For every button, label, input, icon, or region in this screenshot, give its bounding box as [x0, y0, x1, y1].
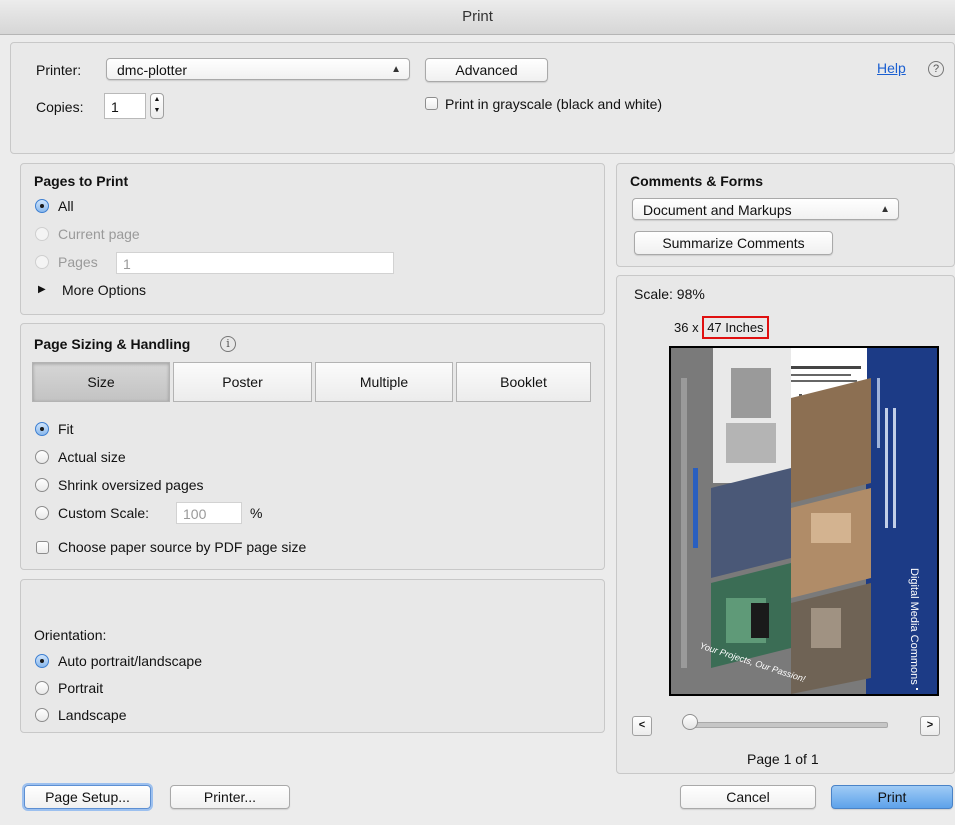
grayscale-label: Print in grayscale (black and white): [445, 96, 663, 112]
percent-sign: %: [250, 505, 263, 521]
window-title-bar: Print: [0, 0, 955, 35]
custom-scale-label: Custom Scale:: [58, 505, 150, 521]
custom-scale-radio[interactable]: [35, 506, 49, 520]
fit-label: Fit: [58, 421, 74, 437]
current-page-radio[interactable]: [35, 227, 49, 241]
orientation-title: Orientation:: [34, 627, 107, 643]
scale-text: Scale: 98%: [634, 286, 705, 302]
popup-arrows-icon: ▲︎: [391, 64, 401, 75]
comments-forms-select[interactable]: Document and Markups ▲︎: [632, 198, 899, 220]
auto-orientation-radio[interactable]: [35, 654, 49, 668]
fit-radio[interactable]: [35, 422, 49, 436]
paper-size-text: 36 x 47 Inches: [674, 316, 769, 339]
page-sizing-panel: [20, 323, 605, 570]
grayscale-checkbox[interactable]: [425, 97, 438, 110]
pages-to-print-title: Pages to Print: [34, 173, 129, 189]
copies-stepper[interactable]: ▲ ▼: [150, 93, 164, 119]
advanced-button[interactable]: Advanced: [425, 58, 548, 82]
printer-select-value: dmc-plotter: [117, 62, 188, 78]
tab-poster[interactable]: Poster: [173, 362, 312, 402]
paper-size-prefix: 36 x: [674, 320, 703, 335]
zoom-slider-thumb[interactable]: [682, 714, 698, 730]
all-pages-radio[interactable]: [35, 199, 49, 213]
pages-range-radio[interactable]: [35, 255, 49, 269]
shrink-oversized-label: Shrink oversized pages: [58, 477, 204, 493]
pages-range-label: Pages: [58, 254, 98, 270]
paper-source-checkbox[interactable]: [36, 541, 49, 554]
next-page-button[interactable]: >: [920, 716, 940, 736]
info-icon[interactable]: i: [220, 336, 236, 352]
help-link[interactable]: Help: [877, 59, 906, 77]
actual-size-label: Actual size: [58, 449, 126, 465]
landscape-label: Landscape: [58, 707, 127, 723]
tab-size[interactable]: Size: [32, 362, 170, 402]
page-preview: Digital Media Commons Your Projects, Our…: [669, 346, 939, 696]
current-page-label: Current page: [58, 226, 140, 242]
portrait-label: Portrait: [58, 680, 104, 696]
shrink-oversized-radio[interactable]: [35, 478, 49, 492]
page-setup-button[interactable]: Page Setup...: [24, 785, 151, 809]
disclosure-triangle-icon[interactable]: ▶: [38, 284, 46, 295]
all-pages-label: All: [58, 198, 74, 214]
comments-forms-title: Comments & Forms: [630, 173, 764, 189]
popup-arrows-icon: ▲︎: [880, 204, 890, 215]
pages-range-input[interactable]: 1: [116, 252, 394, 274]
help-icon[interactable]: ?: [928, 61, 944, 77]
zoom-slider-track[interactable]: [690, 722, 888, 728]
printer-button[interactable]: Printer...: [170, 785, 290, 809]
previous-page-button[interactable]: <: [632, 716, 652, 736]
auto-orientation-label: Auto portrait/landscape: [58, 653, 202, 669]
custom-scale-input[interactable]: 100: [176, 502, 242, 524]
copies-input[interactable]: 1: [104, 93, 146, 119]
tab-multiple[interactable]: Multiple: [315, 362, 453, 402]
landscape-radio[interactable]: [35, 708, 49, 722]
print-button[interactable]: Print: [831, 785, 953, 809]
poster-title: Digital Media Commons: [908, 568, 920, 685]
comments-forms-value: Document and Markups: [643, 202, 792, 218]
paper-source-label: Choose paper source by PDF page size: [58, 539, 307, 555]
window-title: Print: [462, 8, 493, 25]
printer-select[interactable]: dmc-plotter ▲︎: [106, 58, 410, 80]
poster-thumbnail: Digital Media Commons Your Projects, Our…: [671, 348, 937, 694]
printer-label: Printer:: [36, 62, 82, 78]
portrait-radio[interactable]: [35, 681, 49, 695]
page-count-text: Page 1 of 1: [747, 751, 819, 767]
more-options-label[interactable]: More Options: [62, 281, 146, 299]
actual-size-radio[interactable]: [35, 450, 49, 464]
paper-size-highlight: 47 Inches: [702, 316, 769, 339]
summarize-comments-button[interactable]: Summarize Comments: [634, 231, 833, 255]
page-sizing-title: Page Sizing & Handling: [34, 336, 191, 352]
cancel-button[interactable]: Cancel: [680, 785, 816, 809]
copies-label: Copies:: [36, 99, 84, 115]
tab-booklet[interactable]: Booklet: [456, 362, 591, 402]
